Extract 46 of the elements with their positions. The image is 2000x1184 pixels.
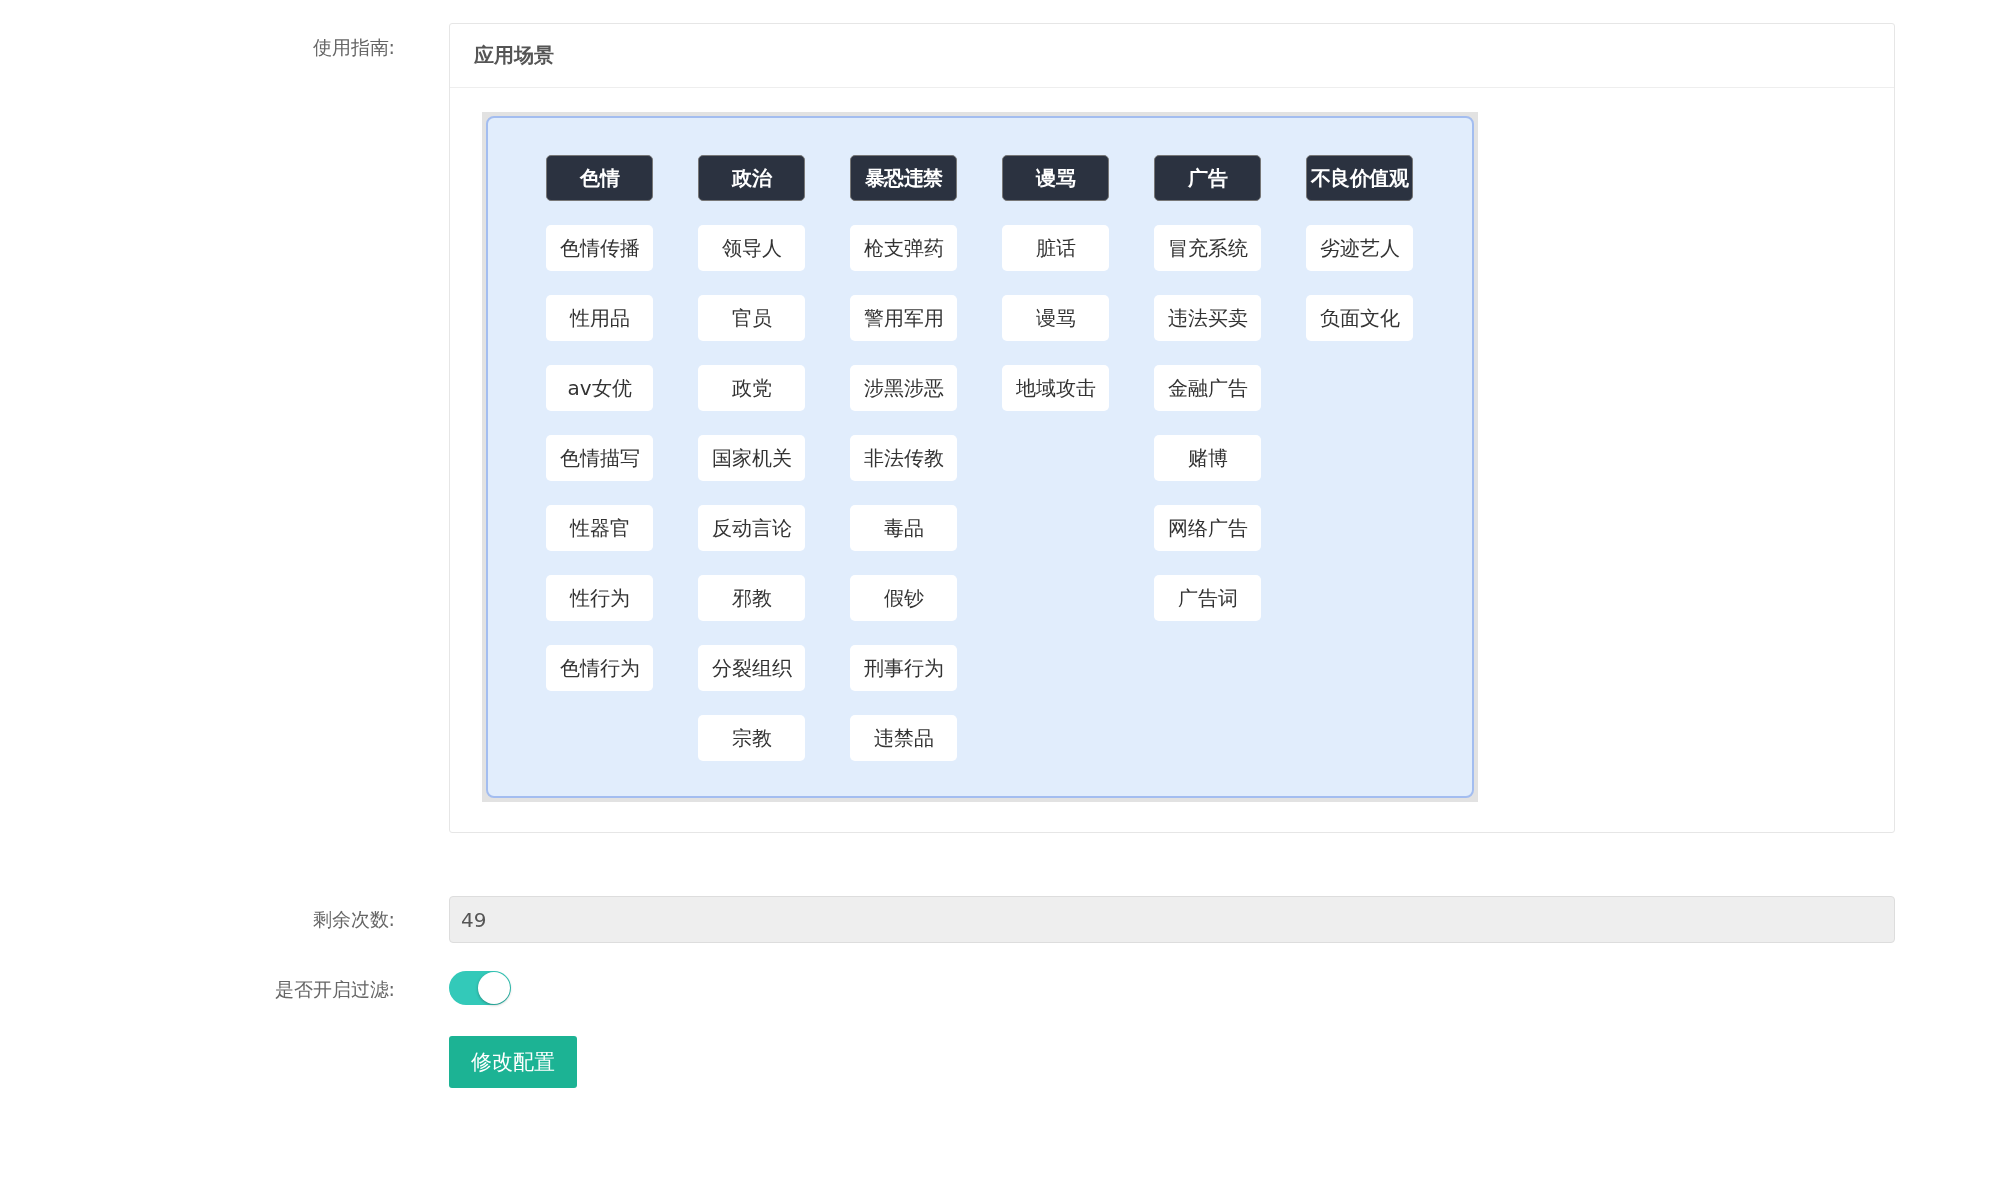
category-tag: 枪支弹药 <box>850 225 957 271</box>
category-tag: 色情传播 <box>546 225 653 271</box>
category-tag: 脏话 <box>1002 225 1109 271</box>
category-header: 政治 <box>698 155 805 201</box>
category-tag: 色情行为 <box>546 645 653 691</box>
category-tag: av女优 <box>546 365 653 411</box>
remaining-count-field[interactable]: 49 <box>449 896 1895 943</box>
category-tag: 警用军用 <box>850 295 957 341</box>
category-tag: 色情描写 <box>546 435 653 481</box>
filter-toggle[interactable] <box>449 971 511 1005</box>
category-tag: 非法传教 <box>850 435 957 481</box>
category-tag: 违禁品 <box>850 715 957 761</box>
category-tag: 网络广告 <box>1154 505 1261 551</box>
category-tag: 反动言论 <box>698 505 805 551</box>
category-tag: 劣迹艺人 <box>1306 225 1413 271</box>
field-label: 是否开启过滤: <box>273 977 395 1002</box>
category-tag: 负面文化 <box>1306 295 1413 341</box>
category-tag: 谩骂 <box>1002 295 1109 341</box>
category-header: 暴恐违禁 <box>850 155 957 201</box>
category-header: 谩骂 <box>1002 155 1109 201</box>
category-header: 色情 <box>546 155 653 201</box>
category-tag: 违法买卖 <box>1154 295 1261 341</box>
category-tag: 冒充系统 <box>1154 225 1261 271</box>
category-header: 广告 <box>1154 155 1261 201</box>
category-tag: 地域攻击 <box>1002 365 1109 411</box>
category-tag: 领导人 <box>698 225 805 271</box>
category-tag: 邪教 <box>698 575 805 621</box>
panel-title: 应用场景 <box>474 42 554 69</box>
category-tag: 涉黑涉恶 <box>850 365 957 411</box>
category-tag: 分裂组织 <box>698 645 805 691</box>
category-tag: 广告词 <box>1154 575 1261 621</box>
category-header: 不良价值观 <box>1306 155 1413 201</box>
field-label: 剩余次数: <box>311 907 395 932</box>
category-tag: 刑事行为 <box>850 645 957 691</box>
field-label: 使用指南: <box>311 35 395 60</box>
category-tag: 性器官 <box>546 505 653 551</box>
category-tag: 政党 <box>698 365 805 411</box>
category-tag: 假钞 <box>850 575 957 621</box>
category-tag: 性行为 <box>546 575 653 621</box>
category-tag: 金融广告 <box>1154 365 1261 411</box>
category-tag: 性用品 <box>546 295 653 341</box>
category-tag: 赌博 <box>1154 435 1261 481</box>
category-tag: 毒品 <box>850 505 957 551</box>
category-tag: 官员 <box>698 295 805 341</box>
category-tag: 宗教 <box>698 715 805 761</box>
category-tag: 国家机关 <box>698 435 805 481</box>
